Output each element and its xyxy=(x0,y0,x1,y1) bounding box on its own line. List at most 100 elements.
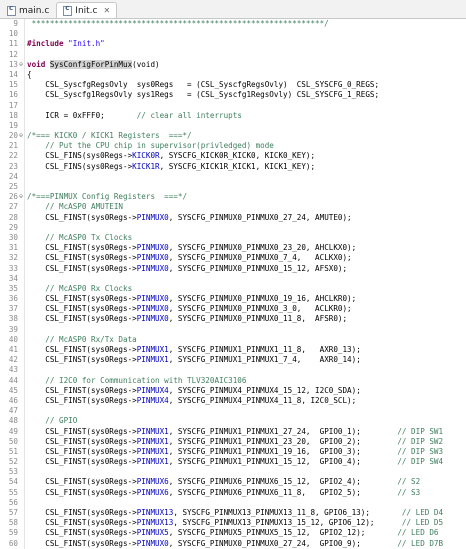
line-number: 32 xyxy=(8,253,18,263)
code-line: 22 CSL_FINS(sys0Regs->KICK0R, SYSCFG_KIC… xyxy=(0,151,466,161)
code-field: PINMUX4 xyxy=(136,385,169,395)
code-line: 9 **************************************… xyxy=(0,19,466,29)
code-text: CSL_FINST(sys0Regs->PINMUX13, SYSCFG_PIN… xyxy=(27,518,443,528)
code-line: 14 { xyxy=(0,70,466,80)
line-number: 17 xyxy=(8,100,18,110)
code-line: 20 ⊖/*=== KICK0 / KICK1 Registers ===*/ xyxy=(0,131,466,141)
line-number: 49 xyxy=(8,426,18,436)
code-line: 54 CSL_FINST(sys0Regs->PINMUX6, SYSCFG_P… xyxy=(0,477,466,487)
code-line: 17 xyxy=(0,101,466,111)
code-token: ICR = 0xFFF0; xyxy=(27,110,137,120)
code-text: // McASP0 Rx Clocks xyxy=(27,284,132,294)
code-line: 11 #include "Init.h" xyxy=(0,39,466,49)
code-token: CSL_FINST(sys0Regs-> xyxy=(27,345,137,354)
c-file-icon xyxy=(7,4,16,16)
code-line: 56 xyxy=(0,498,466,508)
code-keyword: void xyxy=(27,59,50,69)
code-token: CSL_FINST(sys0Regs-> xyxy=(27,457,137,467)
code-comment: // GPIO xyxy=(27,416,78,426)
code-field: PINMUX0 xyxy=(136,538,169,548)
line-number: 54 xyxy=(8,477,18,487)
code-text: CSL_FINST(sys0Regs->PINMUX0, SYSCFG_PINM… xyxy=(27,304,352,314)
code-token: , SYSCFG_PINMUX0_PINMUX0_27_24, GPIO0_9)… xyxy=(168,538,398,548)
code-token: CSL_FINST(sys0Regs-> xyxy=(27,518,137,528)
code-line: 19 xyxy=(0,121,466,131)
code-text: CSL_FINST(sys0Regs->PINMUX6, SYSCFG_PINM… xyxy=(27,477,420,487)
code-line: 15 CSL_SyscfgRegsOvly sys0Regs = (CSL_Sy… xyxy=(0,80,466,90)
line-number: 18 xyxy=(8,110,18,120)
tab-init-c[interactable]: Init.c ✕ xyxy=(56,2,118,18)
code-field: PINMUX0 xyxy=(136,294,169,304)
line-number: 27 xyxy=(8,202,18,212)
tab-main-c[interactable]: main.c xyxy=(0,2,56,18)
code-text: // I2C0 for Communication with TLV320AIC… xyxy=(27,376,246,386)
code-comment: // LED D4 xyxy=(401,508,444,517)
code-field: PINMUX0 xyxy=(136,212,169,222)
code-line: 21 // Put the CPU chip in supervisor(pri… xyxy=(0,141,466,151)
code-token: CSL_FINST(sys0Regs-> xyxy=(27,243,137,253)
fold-toggle-icon[interactable]: ⊖ xyxy=(18,131,24,141)
code-comment: // clear all interrupts xyxy=(136,110,242,120)
code-token: , SYSCFG_PINMUX4_PINMUX4_11_8, I2C0_SCL)… xyxy=(168,395,357,405)
code-line: 26 ⊖/*===PINMUX Config Registers ===*/ xyxy=(0,192,466,202)
fold-toggle-icon[interactable]: ⊖ xyxy=(18,60,24,70)
close-icon[interactable]: ✕ xyxy=(104,6,111,15)
highlighted-identifier: SysConfigForPinMux xyxy=(49,59,133,69)
code-text: // GPIO xyxy=(27,416,77,426)
code-token: , SYSCFG_PINMUX0_PINMUX0_7_4, ACLKX0); xyxy=(168,253,352,263)
code-token: , SYSCFG_PINMUX6_PINMUX6_15_12, GPIO2_4)… xyxy=(168,477,398,487)
code-line: 35 // McASP0 Rx Clocks xyxy=(0,284,466,294)
code-line: 49 CSL_FINST(sys0Regs->PINMUX1, SYSCFG_P… xyxy=(0,427,466,437)
line-number: 13 xyxy=(8,59,18,69)
code-comment: // McASP0 AMUTEIN xyxy=(27,202,124,212)
tab-label: Init.c xyxy=(75,5,98,16)
code-comment: // I2C0 for Communication with TLV320AIC… xyxy=(27,375,247,385)
code-text: /*=== KICK0 / KICK1 Registers ===*/ xyxy=(27,131,192,141)
line-number: 40 xyxy=(8,334,18,344)
code-field: PINMUX0 xyxy=(136,314,169,324)
code-line: 31 CSL_FINST(sys0Regs->PINMUX0, SYSCFG_P… xyxy=(0,243,466,253)
line-number: 42 xyxy=(8,355,18,365)
line-number: 31 xyxy=(8,243,18,253)
code-token: CSL_FINST(sys0Regs-> xyxy=(27,477,137,487)
code-editor[interactable]: 9 **************************************… xyxy=(0,19,466,549)
line-number: 41 xyxy=(8,345,18,354)
code-token: CSL_FINS(sys0Regs-> xyxy=(27,151,133,161)
code-line: 50 CSL_FINST(sys0Regs->PINMUX1, SYSCFG_P… xyxy=(0,437,466,447)
code-line: 55 CSL_FINST(sys0Regs->PINMUX6, SYSCFG_P… xyxy=(0,488,466,498)
line-number: 39 xyxy=(8,324,18,334)
code-line: 24 xyxy=(0,172,466,182)
code-text: // Put the CPU chip in supervisor(privle… xyxy=(27,141,274,151)
code-field: PINMUX5 xyxy=(136,528,169,538)
code-text: CSL_FINST(sys0Regs->PINMUX0, SYSCFG_PINM… xyxy=(27,294,356,304)
code-line: 40 // McASP0 Rx/Tx Data xyxy=(0,335,466,345)
line-number: 44 xyxy=(8,375,18,385)
line-number: 56 xyxy=(8,497,18,507)
code-text: CSL_FINST(sys0Regs->PINMUX13, SYSCFG_PIN… xyxy=(27,508,443,518)
code-line: 16 CSL_Syscfg1RegsOvly sys1Regs = (CSL_S… xyxy=(0,90,466,100)
code-line: 38 CSL_FINST(sys0Regs->PINMUX0, SYSCFG_P… xyxy=(0,314,466,324)
code-text: CSL_FINST(sys0Regs->PINMUX1, SYSCFG_PINM… xyxy=(27,355,361,365)
code-token: CSL_Syscfg1RegsOvly sys1Regs = (CSL_Sysc… xyxy=(27,90,380,100)
line-number: 34 xyxy=(8,273,18,283)
code-token: CSL_FINST(sys0Regs-> xyxy=(27,436,137,446)
code-token: (void) xyxy=(132,59,160,69)
code-token: CSL_FINST(sys0Regs-> xyxy=(27,294,137,304)
code-text: // McASP0 AMUTEIN xyxy=(27,202,123,212)
code-field: KICK0R xyxy=(132,151,160,161)
fold-toggle-icon[interactable]: ⊖ xyxy=(18,192,24,202)
code-comment: // McASP0 Rx Clocks xyxy=(27,283,133,293)
code-line: 51 CSL_FINST(sys0Regs->PINMUX1, SYSCFG_P… xyxy=(0,447,466,457)
code-field: PINMUX1 xyxy=(136,457,169,467)
line-number: 53 xyxy=(8,467,18,477)
code-text: ICR = 0xFFF0; // clear all interrupts xyxy=(27,111,242,121)
code-text: CSL_FINST(sys0Regs->PINMUX0, SYSCFG_PINM… xyxy=(27,243,356,253)
code-text: CSL_FINST(sys0Regs->PINMUX0, SYSCFG_PINM… xyxy=(27,539,443,549)
code-token: , SYSCFG_PINMUX0_PINMUX0_3_0, ACLKR0); xyxy=(168,304,352,314)
code-token: CSL_FINST(sys0Regs-> xyxy=(27,263,137,273)
code-field: PINMUX0 xyxy=(136,263,169,273)
line-number: 55 xyxy=(8,487,18,497)
code-token: CSL_FINST(sys0Regs-> xyxy=(27,538,137,548)
code-token: , SYSCFG_PINMUX6_PINMUX6_11_8, GPIO2_5); xyxy=(168,487,398,497)
code-text: CSL_FINST(sys0Regs->PINMUX4, SYSCFG_PINM… xyxy=(27,386,361,396)
